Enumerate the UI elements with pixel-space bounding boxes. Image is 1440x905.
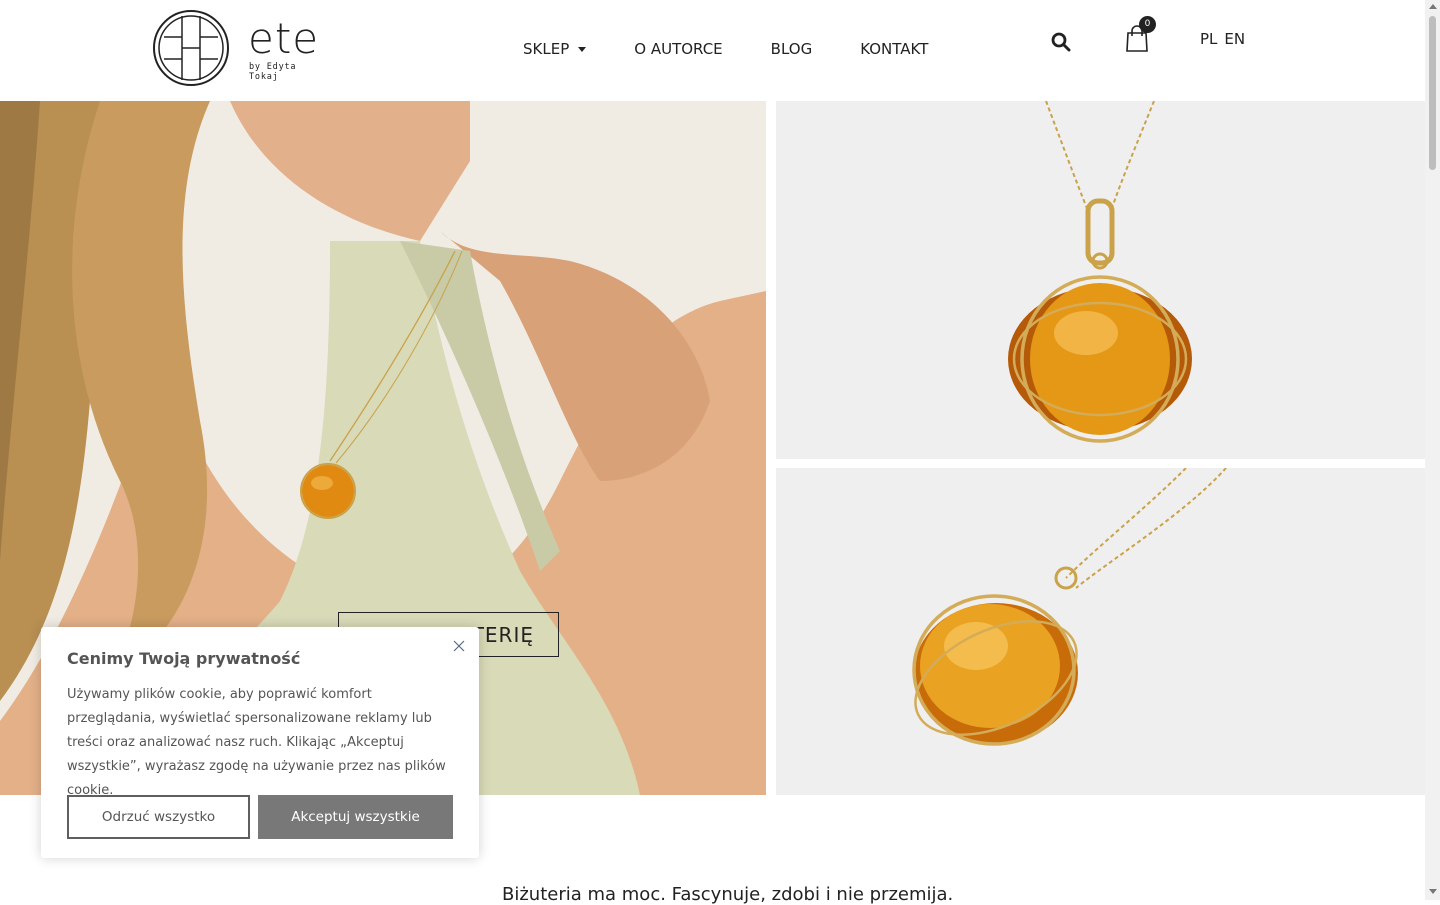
cookie-title: Cenimy Twoją prywatność (67, 649, 301, 668)
pendant-image-side (776, 468, 1425, 795)
pendant-image-front (776, 101, 1425, 459)
scroll-up-icon[interactable] (1429, 4, 1437, 9)
main-nav: SKLEP O AUTORCE BLOG KONTAKT (523, 38, 976, 60)
reject-all-button[interactable]: Odrzuć wszystko (67, 795, 250, 839)
logo-wordmark: ete (248, 14, 320, 63)
nav-item-sklep[interactable]: SKLEP (523, 40, 587, 58)
close-icon[interactable] (453, 637, 465, 652)
chevron-down-icon (578, 47, 587, 52)
scroll-down-icon[interactable] (1429, 889, 1437, 894)
cookie-description: Używamy plików cookie, aby poprawić komf… (67, 687, 446, 798)
nav-label: O AUTORCE (634, 40, 723, 58)
brand-logo[interactable]: ete by Edyta Tokaj (152, 9, 322, 89)
lang-pl[interactable]: PL (1200, 30, 1217, 48)
cookie-consent-banner: Cenimy Twoją prywatność Używamy plików c… (41, 627, 479, 858)
logo-mark-icon (153, 10, 229, 86)
nav-label: SKLEP (523, 40, 570, 58)
scrollbar[interactable] (1425, 0, 1440, 900)
scrollbar-thumb[interactable] (1429, 16, 1436, 170)
brand-tagline: Biżuteria ma moc. Fascynuje, zdobi i nie… (502, 884, 954, 905)
accept-all-button[interactable]: Akceptuj wszystkie (258, 795, 453, 839)
logo-tagline: by Edyta Tokaj (249, 62, 297, 82)
nav-item-o-autorce[interactable]: O AUTORCE (634, 40, 722, 58)
nav-item-blog[interactable]: BLOG (771, 40, 813, 58)
search-icon[interactable] (1051, 32, 1071, 52)
nav-label: BLOG (770, 40, 813, 58)
cart-count-badge: 0 (1139, 16, 1156, 33)
nav-item-kontakt[interactable]: KONTAKT (860, 40, 928, 58)
language-switcher: PL EN (1200, 30, 1245, 48)
nav-label: KONTAKT (860, 40, 929, 58)
site-header: ete by Edyta Tokaj SKLEP O AUTORCE BLOG … (0, 0, 1425, 101)
lang-en[interactable]: EN (1224, 30, 1245, 48)
